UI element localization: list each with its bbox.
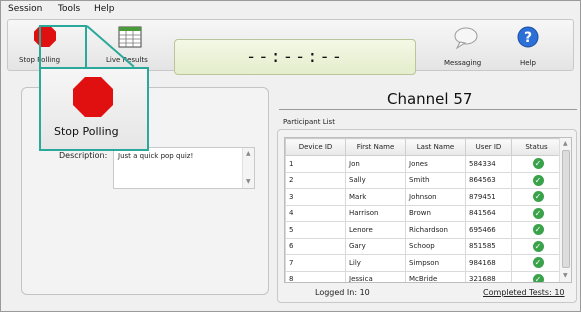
status-cell: ✓ [511, 155, 562, 173]
menu-session[interactable]: Session [8, 4, 42, 14]
callout-source-frame [39, 25, 87, 69]
stop-sign-icon [73, 77, 113, 117]
user-id-cell: 864563 [465, 171, 512, 189]
scrollbar-thumb[interactable] [562, 150, 570, 268]
table-row[interactable]: 5 Lenore Richardson 695466 ✓ [285, 221, 562, 239]
toolbar: Stop Polling Live Results --:--:-- Messa… [7, 19, 574, 75]
participant-list-label: Participant List [283, 118, 335, 126]
scroll-up-icon[interactable]: ▲ [563, 140, 568, 147]
menu-tools[interactable]: Tools [58, 4, 80, 14]
check-icon: ✓ [532, 174, 544, 186]
app-window: Session Tools Help Stop Polling Live Res… [0, 0, 581, 312]
device-id-cell: 4 [285, 204, 346, 222]
user-id-cell: 321688 [465, 270, 512, 282]
description-scrollbar[interactable]: ▲ ▼ [242, 148, 254, 188]
check-icon: ✓ [532, 158, 544, 170]
column-header-status[interactable]: Status [511, 138, 562, 156]
participant-grid: Device ID First Name Last Name User ID S… [284, 137, 572, 283]
device-id-cell: 7 [285, 254, 346, 272]
first-name-cell: Gary [345, 237, 406, 255]
device-id-cell: 3 [285, 188, 346, 206]
scroll-up-icon[interactable]: ▲ [246, 150, 251, 157]
user-id-cell: 984168 [465, 254, 512, 272]
first-name-cell: Jessica [345, 270, 406, 282]
menu-bar: Session Tools Help [1, 1, 580, 19]
last-name-cell: Schoop [405, 237, 466, 255]
scroll-down-icon[interactable]: ▼ [563, 272, 568, 279]
check-icon: ✓ [532, 207, 544, 219]
scroll-down-icon[interactable]: ▼ [246, 178, 251, 185]
help-label: Help [520, 59, 536, 67]
device-id-cell: 6 [285, 237, 346, 255]
table-row[interactable]: 2 Sally Smith 864563 ✓ [285, 171, 562, 189]
description-value: Just a quick pop quiz! [118, 152, 194, 160]
results-grid-icon [118, 26, 142, 48]
first-name-cell: Lenore [345, 221, 406, 239]
first-name-cell: Jon [345, 155, 406, 173]
check-icon: ✓ [532, 224, 544, 236]
table-row[interactable]: 4 Harrison Brown 841564 ✓ [285, 204, 562, 222]
column-header-device-id[interactable]: Device ID [285, 138, 346, 156]
channel-divider [279, 109, 577, 110]
help-button[interactable]: ? Help [508, 22, 548, 68]
channel-title: Channel 57 [387, 90, 473, 108]
device-id-cell: 5 [285, 221, 346, 239]
callout-label: Stop Polling [54, 125, 119, 138]
last-name-cell: Smith [405, 171, 466, 189]
table-scrollbar[interactable]: ▲ ▼ [559, 138, 571, 282]
status-cell: ✓ [511, 270, 562, 282]
check-icon: ✓ [532, 240, 544, 252]
column-header-last-name[interactable]: Last Name [405, 138, 466, 156]
user-id-cell: 851585 [465, 237, 512, 255]
last-name-cell: Brown [405, 204, 466, 222]
check-icon: ✓ [532, 273, 544, 282]
table-row[interactable]: 6 Gary Schoop 851585 ✓ [285, 237, 562, 255]
logged-in-count: Logged In: 10 [315, 288, 370, 297]
check-icon: ✓ [532, 191, 544, 203]
device-id-cell: 8 [285, 270, 346, 282]
status-cell: ✓ [511, 221, 562, 239]
speech-bubble-icon [454, 27, 478, 49]
user-id-cell: 584334 [465, 155, 512, 173]
status-cell: ✓ [511, 237, 562, 255]
callout-zoom-box: Stop Polling [39, 67, 149, 151]
last-name-cell: McBride [405, 270, 466, 282]
messaging-button[interactable]: Messaging [438, 22, 494, 68]
last-name-cell: Richardson [405, 221, 466, 239]
table-row[interactable]: 8 Jessica McBride 321688 ✓ [285, 270, 562, 282]
first-name-cell: Lily [345, 254, 406, 272]
column-header-first-name[interactable]: First Name [345, 138, 406, 156]
menu-help[interactable]: Help [94, 4, 115, 14]
status-cell: ✓ [511, 204, 562, 222]
column-header-user-id[interactable]: User ID [465, 138, 512, 156]
last-name-cell: Johnson [405, 188, 466, 206]
messaging-label: Messaging [444, 59, 482, 67]
first-name-cell: Harrison [345, 204, 406, 222]
status-cell: ✓ [511, 188, 562, 206]
check-icon: ✓ [532, 257, 544, 269]
user-id-cell: 695466 [465, 221, 512, 239]
timer-display: --:--:-- [174, 39, 416, 75]
user-id-cell: 841564 [465, 204, 512, 222]
status-cell: ✓ [511, 171, 562, 189]
device-id-cell: 2 [285, 171, 346, 189]
completed-tests-link[interactable]: Completed Tests: 10 [483, 288, 565, 297]
table-header-row: Device ID First Name Last Name User ID S… [285, 138, 562, 156]
description-field[interactable]: Just a quick pop quiz! ▲ ▼ [113, 147, 255, 189]
first-name-cell: Mark [345, 188, 406, 206]
table-row[interactable]: 1 Jon Jones 584334 ✓ [285, 155, 562, 173]
svg-text:?: ? [524, 30, 532, 46]
description-label: Description: [59, 151, 108, 160]
table-row[interactable]: 7 Lily Simpson 984168 ✓ [285, 254, 562, 272]
first-name-cell: Sally [345, 171, 406, 189]
last-name-cell: Simpson [405, 254, 466, 272]
help-icon: ? [517, 26, 539, 48]
device-id-cell: 1 [285, 155, 346, 173]
status-cell: ✓ [511, 254, 562, 272]
table-row[interactable]: 3 Mark Johnson 879451 ✓ [285, 188, 562, 206]
last-name-cell: Jones [405, 155, 466, 173]
user-id-cell: 879451 [465, 188, 512, 206]
participant-table: Device ID First Name Last Name User ID S… [285, 138, 562, 282]
